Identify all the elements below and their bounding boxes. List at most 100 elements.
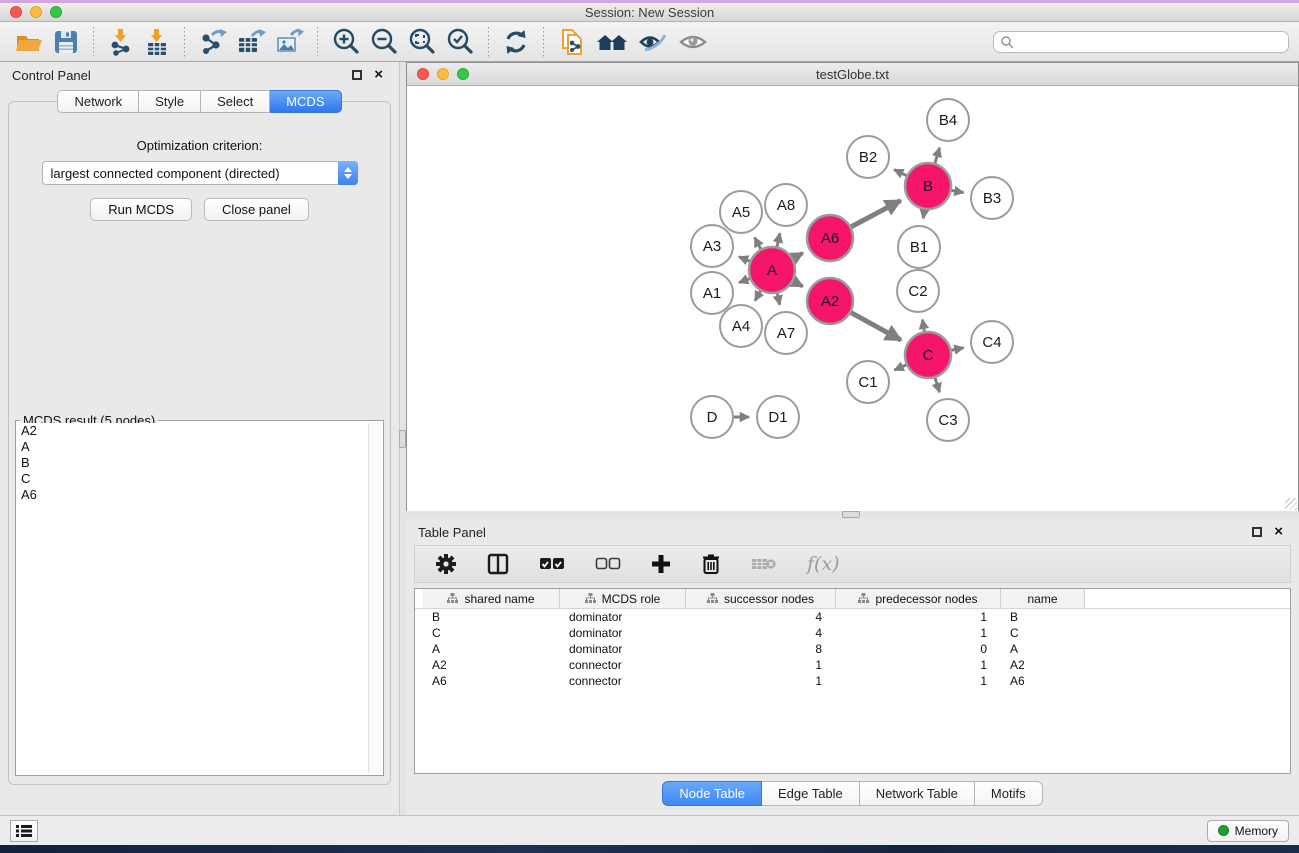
- window-resize-grip[interactable]: [1285, 498, 1297, 510]
- export-table-button[interactable]: [232, 25, 270, 59]
- table-row[interactable]: Adominator80A: [423, 641, 1290, 657]
- table-cell[interactable]: 0: [836, 642, 1001, 656]
- table-row[interactable]: Cdominator41C: [423, 625, 1290, 641]
- save-session-button[interactable]: [48, 25, 84, 59]
- criterion-dropdown[interactable]: largest connected component (directed): [42, 161, 358, 185]
- tab-mcds[interactable]: MCDS: [270, 90, 341, 113]
- table-row[interactable]: A2connector11A2: [423, 657, 1290, 673]
- table-cell[interactable]: 1: [836, 626, 1001, 640]
- table-cell[interactable]: B: [1001, 610, 1085, 624]
- result-item[interactable]: A2: [18, 423, 368, 439]
- memory-button[interactable]: Memory: [1207, 820, 1289, 842]
- tab-style[interactable]: Style: [139, 90, 201, 113]
- toolbar-search[interactable]: [993, 31, 1289, 53]
- table-cell[interactable]: A6: [423, 674, 560, 688]
- deselect-all-button[interactable]: [591, 547, 625, 581]
- result-item[interactable]: C: [18, 471, 368, 487]
- zoom-in-button[interactable]: [327, 25, 365, 59]
- column-header-MCDS-role[interactable]: MCDS role: [560, 589, 686, 608]
- table-cell[interactable]: connector: [560, 674, 686, 688]
- table-cell[interactable]: 8: [686, 642, 836, 656]
- table-cell[interactable]: A: [423, 642, 560, 656]
- zoom-fit-button[interactable]: [403, 25, 441, 59]
- result-item[interactable]: A6: [18, 487, 368, 503]
- open-session-button[interactable]: [10, 25, 48, 59]
- export-network-button[interactable]: [194, 25, 232, 59]
- main-titlebar[interactable]: Session: New Session: [0, 3, 1299, 22]
- tab-network[interactable]: Network: [57, 90, 139, 113]
- tab-select[interactable]: Select: [201, 90, 270, 113]
- network-graph[interactable]: B4B2BB3A8A5A6B1A3AC2A1A2A4A7C4CC1C3DD1: [407, 86, 1298, 511]
- task-history-button[interactable]: [10, 820, 38, 842]
- table-row[interactable]: Bdominator41B: [423, 609, 1290, 625]
- delete-table-button[interactable]: [747, 547, 781, 581]
- table-cell[interactable]: 1: [836, 610, 1001, 624]
- table-cell[interactable]: 1: [686, 674, 836, 688]
- zoom-selected-button[interactable]: [441, 25, 479, 59]
- table-cell[interactable]: dominator: [560, 610, 686, 624]
- float-table-panel-button[interactable]: [1252, 527, 1262, 537]
- delete-column-button[interactable]: [697, 547, 725, 581]
- export-image-button[interactable]: [270, 25, 308, 59]
- column-header-shared-name[interactable]: shared name: [423, 589, 560, 608]
- close-panel-button-2[interactable]: Close panel: [204, 198, 309, 221]
- zoom-window-button[interactable]: [50, 6, 62, 18]
- table-cell[interactable]: connector: [560, 658, 686, 672]
- horizontal-split-divider[interactable]: [406, 511, 1299, 519]
- clone-network-icon: [557, 27, 587, 57]
- tab-edge-table[interactable]: Edge Table: [762, 781, 860, 806]
- memory-status-icon: [1218, 825, 1229, 836]
- table-cell[interactable]: 1: [836, 658, 1001, 672]
- close-panel-button[interactable]: ×: [374, 70, 383, 80]
- minimize-window-button[interactable]: [30, 6, 42, 18]
- graph-node-label-A8: A8: [777, 197, 795, 214]
- table-cell[interactable]: 1: [836, 674, 1001, 688]
- table-cell[interactable]: A2: [423, 658, 560, 672]
- run-mcds-button[interactable]: Run MCDS: [90, 198, 192, 221]
- home-button[interactable]: [591, 25, 633, 59]
- table-cell[interactable]: B: [423, 610, 560, 624]
- add-column-button[interactable]: [647, 547, 675, 581]
- table-row[interactable]: A6connector11A6: [423, 673, 1290, 689]
- table-cell[interactable]: dominator: [560, 626, 686, 640]
- memory-label: Memory: [1235, 824, 1278, 838]
- result-scrollbar[interactable]: [368, 423, 381, 773]
- close-window-button[interactable]: [10, 6, 22, 18]
- network-canvas[interactable]: B4B2BB3A8A5A6B1A3AC2A1A2A4A7C4CC1C3DD1: [407, 86, 1298, 511]
- column-header-predecessor-nodes[interactable]: predecessor nodes: [836, 589, 1001, 608]
- table-settings-button[interactable]: [431, 547, 461, 581]
- zoom-out-button[interactable]: [365, 25, 403, 59]
- close-table-panel-button[interactable]: ×: [1274, 527, 1283, 537]
- search-input[interactable]: [1014, 34, 1282, 50]
- table-cell[interactable]: C: [1001, 626, 1085, 640]
- table-cell[interactable]: A2: [1001, 658, 1085, 672]
- import-table-button[interactable]: [139, 25, 175, 59]
- refresh-layout-button[interactable]: [498, 25, 534, 59]
- tab-motifs[interactable]: Motifs: [975, 781, 1043, 806]
- table-cell[interactable]: 4: [686, 626, 836, 640]
- table-cell[interactable]: A: [1001, 642, 1085, 656]
- clone-network-button[interactable]: [553, 25, 591, 59]
- tab-network-table[interactable]: Network Table: [860, 781, 975, 806]
- table-cell[interactable]: 1: [686, 658, 836, 672]
- divider-handle[interactable]: [842, 511, 860, 518]
- result-item[interactable]: A: [18, 439, 368, 455]
- import-network-button[interactable]: [103, 25, 139, 59]
- function-builder-button[interactable]: f(x): [803, 547, 844, 581]
- table-cell[interactable]: 4: [686, 610, 836, 624]
- result-item[interactable]: B: [18, 455, 368, 471]
- table-cell[interactable]: C: [423, 626, 560, 640]
- column-header-successor-nodes[interactable]: successor nodes: [686, 589, 836, 608]
- table-cell[interactable]: dominator: [560, 642, 686, 656]
- float-panel-button[interactable]: [352, 70, 362, 80]
- network-window-titlebar[interactable]: testGlobe.txt: [407, 63, 1298, 86]
- column-view-button[interactable]: [483, 547, 513, 581]
- column-header-name[interactable]: name: [1001, 589, 1085, 608]
- show-panels-button[interactable]: [673, 25, 713, 59]
- mcds-buttons: Run MCDS Close panel: [9, 198, 390, 221]
- tab-node-table[interactable]: Node Table: [662, 781, 762, 806]
- hide-panels-button[interactable]: [633, 25, 673, 59]
- divider-handle[interactable]: [399, 430, 406, 448]
- select-all-button[interactable]: [535, 547, 569, 581]
- table-cell[interactable]: A6: [1001, 674, 1085, 688]
